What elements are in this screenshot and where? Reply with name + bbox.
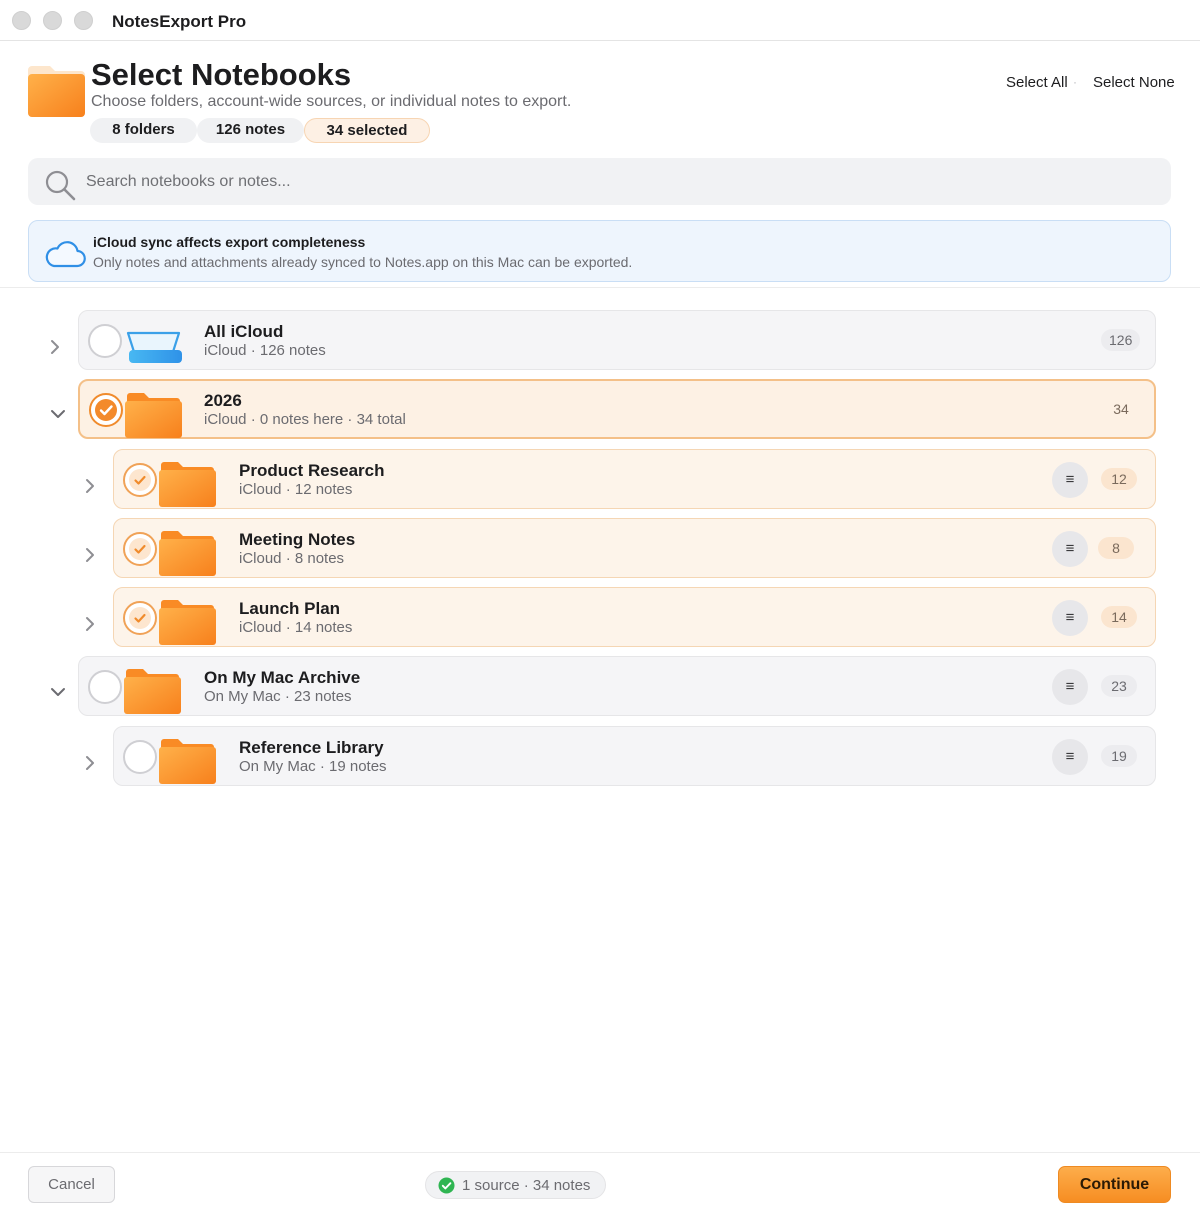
row-title: Meeting Notes [239, 530, 356, 549]
cancel-button[interactable]: Cancel [28, 1166, 115, 1203]
cloud-icon [45, 241, 86, 268]
selection-checkbox[interactable] [123, 740, 157, 774]
chevron-right-icon[interactable] [46, 338, 64, 356]
row-subtitle: iCloud · 0 notes here · 34 total [204, 411, 406, 428]
notes-list-button[interactable]: ≡ [1052, 531, 1088, 567]
folder-icon [28, 66, 85, 117]
note-count-badge: 19 [1101, 745, 1137, 767]
row-subtitle: On My Mac · 23 notes [204, 688, 352, 705]
chevron-right-icon[interactable] [81, 546, 99, 564]
folder-icon [159, 739, 216, 784]
folders-count-badge: 8 folders [90, 118, 197, 143]
row-title: All iCloud [204, 322, 284, 341]
close-window-button[interactable] [12, 11, 31, 30]
checkmark-icon [134, 544, 146, 554]
folder-icon [125, 393, 182, 438]
selection-summary: 1 source · 34 notes [425, 1171, 606, 1199]
note-count-badge: 8 [1098, 537, 1134, 559]
row-title: Launch Plan [239, 599, 341, 618]
success-check-icon [438, 1177, 455, 1194]
row-title: Reference Library [239, 738, 384, 757]
checkmark-icon [134, 475, 146, 485]
row-subtitle: iCloud · 126 notes [204, 342, 326, 359]
notes-list-button[interactable]: ≡ [1052, 739, 1088, 775]
summary-text: 1 source · 34 notes [462, 1177, 591, 1194]
note-count-badge: 34 [1113, 401, 1129, 417]
row-title: Product Research [239, 461, 385, 480]
selection-checkbox[interactable] [88, 324, 122, 358]
chevron-right-icon[interactable] [81, 477, 99, 495]
chevron-right-icon[interactable] [81, 754, 99, 772]
row-subtitle: iCloud · 14 notes [239, 619, 353, 636]
folder-icon [159, 531, 216, 576]
divider [0, 287, 1200, 288]
notes-count-badge: 126 notes [197, 118, 304, 143]
row-title: 2026 [204, 391, 242, 410]
row-subtitle: iCloud · 8 notes [239, 550, 345, 567]
notes-list-button[interactable]: ≡ [1052, 669, 1088, 705]
icloud-tray-icon [126, 331, 182, 363]
folder-icon [124, 669, 181, 714]
note-count-badge: 126 [1101, 329, 1141, 351]
selection-checkbox[interactable] [89, 393, 123, 427]
selection-checkbox[interactable] [123, 532, 157, 566]
select-none-button[interactable]: Select None [1093, 74, 1175, 91]
notes-list-button[interactable]: ≡ [1052, 600, 1088, 636]
notebook-row-reference-library[interactable]: Reference Library On My Mac · 19 notes ≡… [113, 726, 1156, 786]
notebook-row-product-research[interactable]: Product Research iCloud · 12 notes ≡ 12 [113, 449, 1156, 509]
note-count-badge: 23 [1101, 675, 1137, 697]
notebook-row-launch-plan[interactable]: Launch Plan iCloud · 14 notes ≡ 14 [113, 587, 1156, 647]
chevron-down-icon[interactable] [49, 405, 67, 423]
folder-icon [159, 600, 216, 645]
notes-list-button[interactable]: ≡ [1052, 462, 1088, 498]
page-subtitle: Choose folders, account-wide sources, or… [91, 93, 572, 110]
checkmark-icon [134, 613, 146, 623]
header-separator: · [1073, 75, 1077, 89]
notebook-row-all-icloud[interactable]: All iCloud iCloud · 126 notes 126 [78, 310, 1156, 370]
chevron-down-icon[interactable] [49, 683, 67, 701]
search-input[interactable] [86, 158, 1156, 205]
note-count-badge: 14 [1101, 606, 1137, 628]
row-title: On My Mac Archive [204, 668, 361, 687]
title-bar: NotesExport Pro [0, 0, 1200, 41]
icloud-sync-banner: iCloud sync affects export completeness … [28, 220, 1171, 282]
banner-text: Only notes and attachments already synce… [93, 254, 633, 270]
banner-title: iCloud sync affects export completeness [93, 234, 366, 250]
row-subtitle: On My Mac · 19 notes [239, 758, 387, 775]
selected-count-badge: 34 selected [304, 118, 430, 143]
selection-checkbox[interactable] [88, 670, 122, 704]
notebook-row-2026[interactable]: 2026 iCloud · 0 notes here · 34 total 34 [78, 379, 1156, 439]
search-bar [28, 158, 1171, 205]
select-all-button[interactable]: Select All [1006, 74, 1068, 91]
selection-checkbox[interactable] [123, 601, 157, 635]
page-title: Select Notebooks [91, 57, 352, 92]
search-icon [45, 170, 76, 201]
chevron-right-icon[interactable] [81, 615, 99, 633]
footer-divider [0, 1152, 1200, 1153]
zoom-window-button[interactable] [74, 11, 93, 30]
app-title: NotesExport Pro [112, 12, 247, 31]
row-subtitle: iCloud · 12 notes [239, 481, 353, 498]
note-count-badge: 12 [1101, 468, 1137, 490]
minimize-window-button[interactable] [43, 11, 62, 30]
notebook-row-on-my-mac-archive[interactable]: On My Mac Archive On My Mac · 23 notes ≡… [78, 656, 1156, 716]
folder-icon [159, 462, 216, 507]
notebook-row-meeting-notes[interactable]: Meeting Notes iCloud · 8 notes ≡ 8 [113, 518, 1156, 578]
selection-checkbox[interactable] [123, 463, 157, 497]
checkmark-icon [99, 405, 113, 416]
continue-button[interactable]: Continue [1058, 1166, 1171, 1203]
